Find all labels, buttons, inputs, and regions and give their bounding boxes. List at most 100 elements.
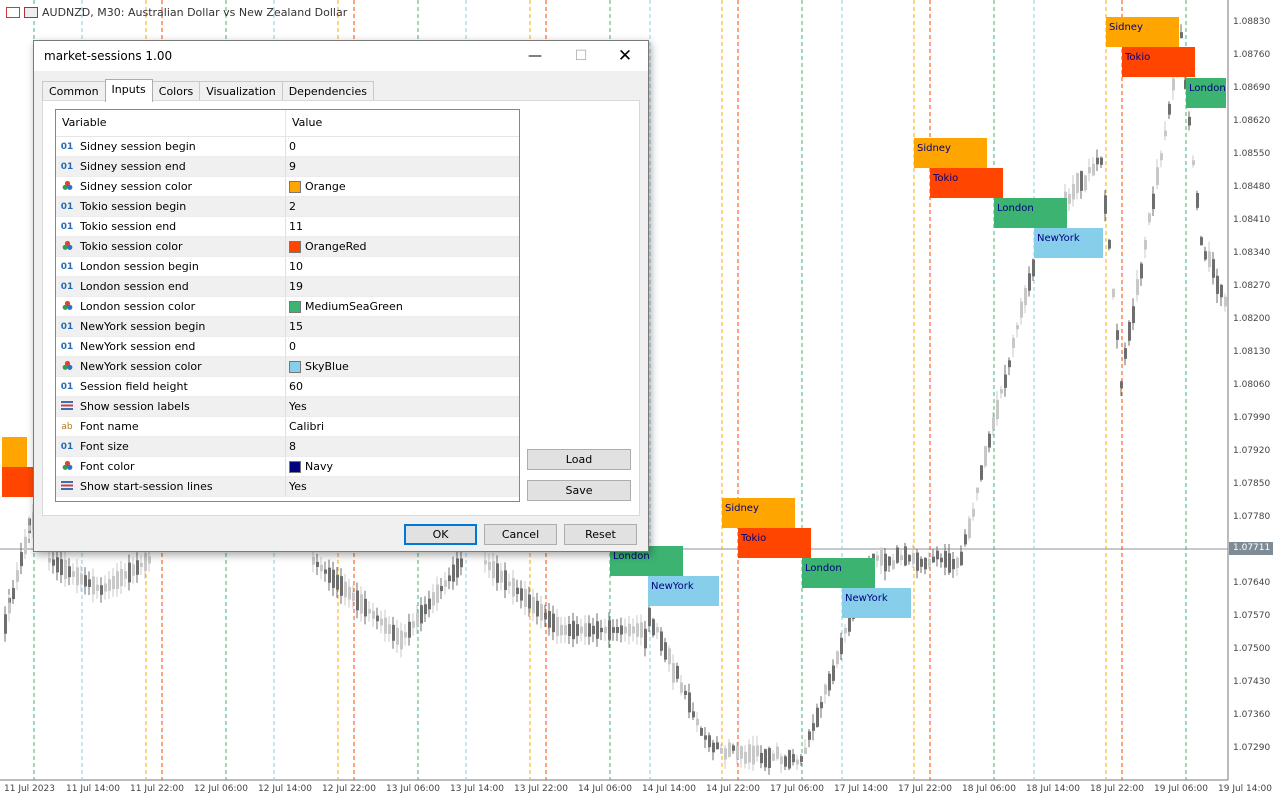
input-row[interactable]: 01 NewYork session begin 15 — [56, 317, 519, 337]
session-box-newyork: NewYork — [1034, 228, 1103, 258]
candle-body — [460, 558, 463, 568]
input-value-cell[interactable]: MediumSeaGreen — [286, 297, 519, 316]
cancel-button[interactable]: Cancel — [484, 524, 557, 545]
maximize-button[interactable]: ☐ — [558, 41, 604, 71]
time-axis-label: 14 Jul 14:00 — [642, 784, 696, 794]
candle-body — [1092, 163, 1095, 176]
close-button[interactable]: ✕ — [602, 41, 648, 71]
session-box-london: London — [994, 198, 1067, 228]
input-value-cell[interactable]: Navy — [286, 457, 519, 476]
input-value-cell[interactable]: Orange — [286, 177, 519, 196]
input-row[interactable]: 01 Sidney session end 9 — [56, 157, 519, 177]
time-axis-label: 14 Jul 06:00 — [578, 784, 632, 794]
input-row[interactable]: 01 NewYork session end 0 — [56, 337, 519, 357]
input-row[interactable]: 01 Sidney session begin 0 — [56, 137, 519, 157]
color-swatch[interactable] — [289, 180, 301, 193]
candle-body — [592, 625, 595, 635]
input-row[interactable]: 01 Session field height 60 — [56, 377, 519, 397]
input-row[interactable]: 01 Tokio session end 11 — [56, 217, 519, 237]
input-row[interactable]: Tokio session color OrangeRed — [56, 237, 519, 257]
input-value-cell[interactable]: Yes — [286, 397, 519, 416]
candle-body — [636, 623, 639, 637]
ok-button[interactable]: OK — [404, 524, 477, 545]
input-value-cell[interactable]: SkyBlue — [286, 357, 519, 376]
input-row[interactable]: ab Font name Calibri — [56, 417, 519, 437]
reset-button[interactable]: Reset — [564, 524, 637, 545]
chart-menu-icon[interactable] — [6, 7, 20, 18]
price-axis-label: 1.07430 — [1233, 677, 1271, 687]
time-axis-label: 17 Jul 14:00 — [834, 784, 888, 794]
minimize-button[interactable]: — — [512, 41, 558, 71]
input-value-cell[interactable]: 9 — [286, 157, 519, 176]
input-value-text: Calibri — [289, 420, 325, 433]
save-button[interactable]: Save — [527, 480, 631, 501]
input-value-text: Yes — [289, 480, 307, 493]
color-swatch[interactable] — [289, 460, 301, 473]
candle-body — [376, 615, 379, 622]
column-header-value[interactable]: Value — [286, 110, 519, 136]
color-swatch[interactable] — [289, 240, 301, 253]
input-row[interactable]: Show session labels Yes — [56, 397, 519, 417]
candle-body — [756, 745, 759, 757]
candle-body — [640, 622, 643, 638]
dialog-titlebar[interactable]: market-sessions 1.00 — ☐ ✕ — [34, 41, 648, 71]
load-button[interactable]: Load — [527, 449, 631, 470]
input-value-cell[interactable]: 15 — [286, 317, 519, 336]
input-row[interactable]: London session color MediumSeaGreen — [56, 297, 519, 317]
input-row[interactable]: 01 London session end 19 — [56, 277, 519, 297]
input-row[interactable]: 01 London session begin 10 — [56, 257, 519, 277]
input-value-cell[interactable]: 11 — [286, 217, 519, 236]
input-value-cell[interactable]: 10 — [286, 257, 519, 276]
time-axis-label: 17 Jul 06:00 — [770, 784, 824, 794]
candle-body — [332, 569, 335, 588]
input-value-cell[interactable]: 60 — [286, 377, 519, 396]
color-swatch[interactable] — [289, 360, 301, 373]
input-value-text: Yes — [289, 400, 307, 413]
candle-body — [320, 564, 323, 572]
candle-body — [668, 648, 671, 665]
candle-body — [576, 624, 579, 636]
candle-body — [1128, 321, 1131, 341]
candle-body — [1124, 348, 1127, 359]
input-variable-cell: NewYork session color — [56, 357, 286, 376]
input-value-cell[interactable]: 0 — [286, 137, 519, 156]
input-value-cell[interactable]: 8 — [286, 437, 519, 456]
candle-body — [1016, 325, 1019, 330]
candle-body — [664, 642, 667, 660]
input-row[interactable]: Show start-session lines Yes — [56, 477, 519, 497]
candle-body — [916, 552, 919, 571]
tab-inputs[interactable]: Inputs — [104, 79, 153, 102]
input-row[interactable]: Font color Navy — [56, 457, 519, 477]
input-value-cell[interactable]: Yes — [286, 477, 519, 496]
chart-type-icon[interactable] — [24, 7, 38, 18]
tab-visualization[interactable]: Visualization — [199, 81, 283, 102]
input-value-cell[interactable]: 0 — [286, 337, 519, 356]
candle-body — [824, 684, 827, 695]
input-value-cell[interactable]: OrangeRed — [286, 237, 519, 256]
tab-common[interactable]: Common — [42, 81, 106, 102]
candle-body — [1220, 284, 1223, 298]
input-value-cell[interactable]: 19 — [286, 277, 519, 296]
session-box-london: London — [1186, 78, 1226, 108]
candle-body — [808, 731, 811, 740]
input-row[interactable]: 01 Font size 8 — [56, 437, 519, 457]
candle-body — [708, 735, 711, 748]
input-value-cell[interactable]: 2 — [286, 197, 519, 216]
candle-body — [964, 534, 967, 545]
price-axis-label: 1.08480 — [1233, 182, 1271, 192]
time-axis-label: 11 Jul 22:00 — [130, 784, 184, 794]
input-row[interactable]: 01 Tokio session begin 2 — [56, 197, 519, 217]
candle-body — [424, 604, 427, 615]
color-swatch[interactable] — [289, 300, 301, 313]
column-header-variable[interactable]: Variable — [56, 110, 286, 136]
tab-colors[interactable]: Colors — [151, 81, 201, 102]
candle-body — [1192, 160, 1195, 166]
candle-body — [548, 610, 551, 628]
input-row[interactable]: Sidney session color Orange — [56, 177, 519, 197]
candle-body — [1140, 263, 1143, 279]
input-value-cell[interactable]: Calibri — [286, 417, 519, 436]
input-row[interactable]: NewYork session color SkyBlue — [56, 357, 519, 377]
candle-body — [1180, 32, 1183, 39]
candle-body — [896, 547, 899, 563]
tab-dependencies[interactable]: Dependencies — [281, 81, 374, 102]
